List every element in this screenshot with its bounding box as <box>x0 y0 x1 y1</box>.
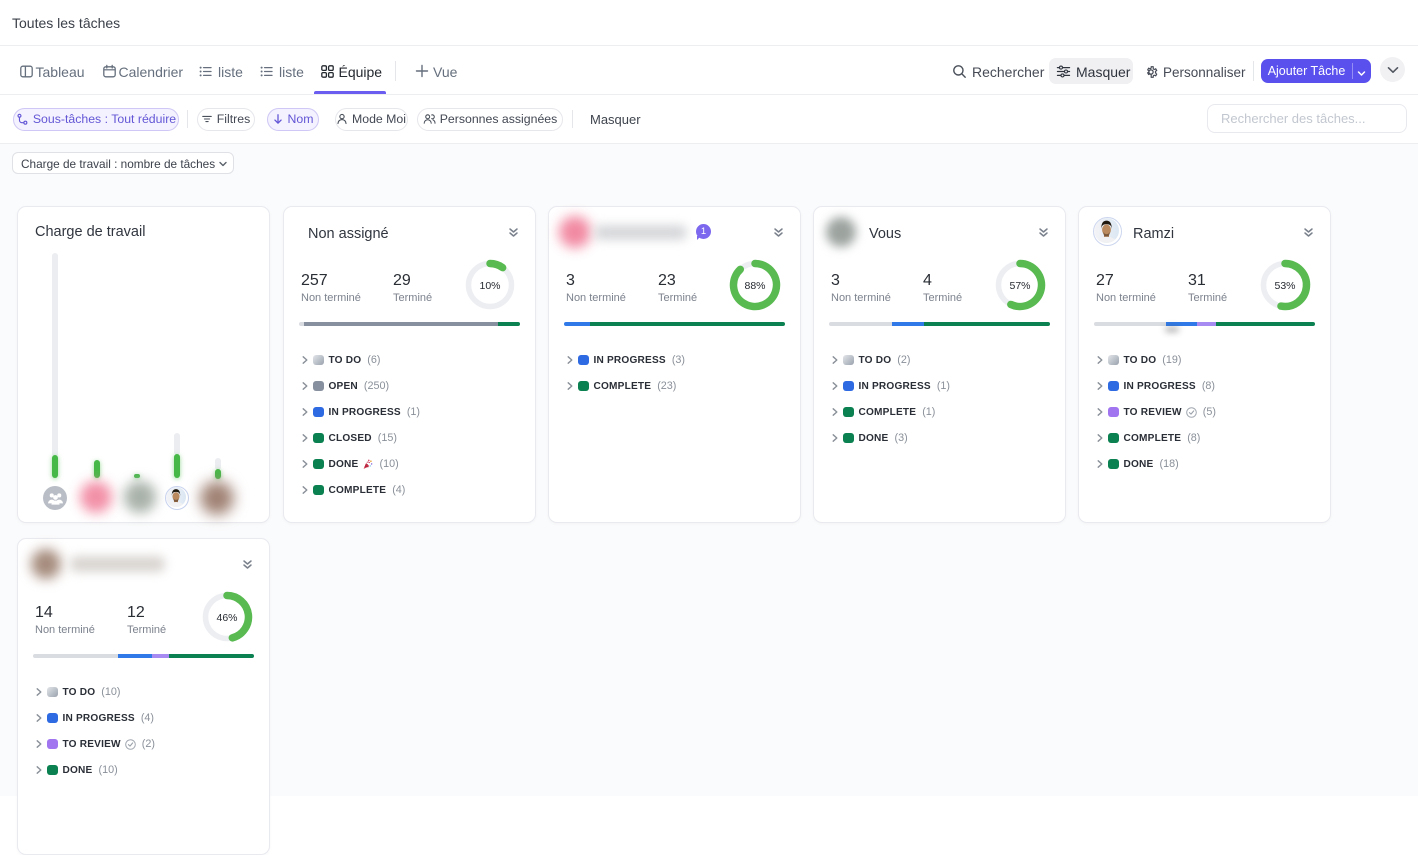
svg-text:10%: 10% <box>479 280 500 292</box>
svg-text:88%: 88% <box>744 280 765 292</box>
svg-text:57%: 57% <box>1009 280 1030 292</box>
svg-text:46%: 46% <box>216 612 237 624</box>
svg-text:53%: 53% <box>1274 280 1295 292</box>
